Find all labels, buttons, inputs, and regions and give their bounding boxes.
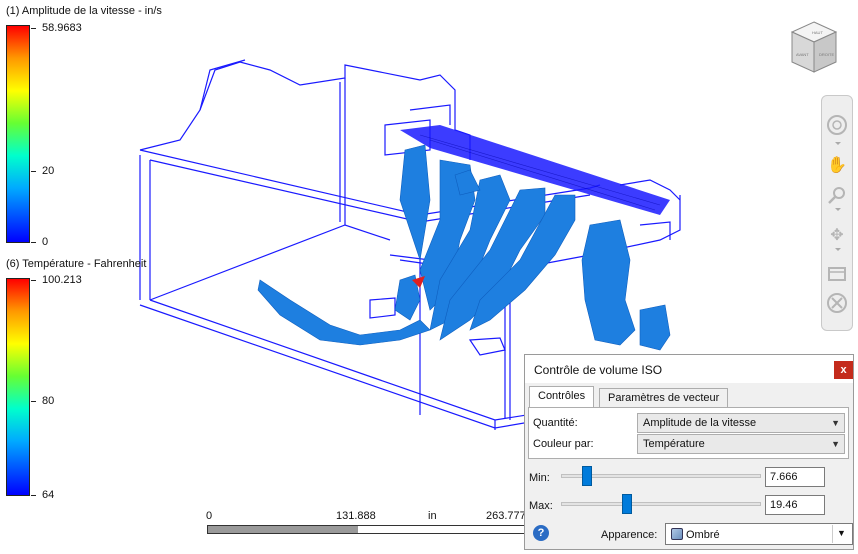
pan-hand-icon[interactable]: ✋ (826, 154, 848, 176)
3d-viewport[interactable]: (1) Amplitude de la vitesse - in/s 58.96… (0, 0, 858, 554)
color-by-label: Couleur par: (533, 438, 594, 450)
chevron-down-icon[interactable] (835, 248, 841, 251)
navigation-bar: ✋ ✥ (821, 95, 853, 331)
color-by-value: Température (643, 438, 705, 450)
tick-mark (31, 495, 36, 496)
tab-vector-settings[interactable]: Paramètres de vecteur (599, 388, 729, 408)
min-value-input[interactable]: 7.666 (765, 467, 825, 487)
velocity-legend-title: (1) Amplitude de la vitesse - in/s (6, 5, 162, 17)
chevron-down-icon: ▼ (831, 439, 840, 449)
velocity-min-label: 0 (42, 236, 49, 248)
appearance-select[interactable]: Ombré ▼ (665, 523, 853, 545)
iso-volume-dialog: Contrôle de volume ISO x Contrôles Param… (524, 354, 854, 550)
tab-panel: Quantité: Amplitude de la vitesse ▼ Coul… (528, 407, 849, 459)
ruler-mid-label: 131.888 (336, 510, 376, 522)
chevron-down-icon: ▼ (831, 418, 840, 428)
svg-text:AVANT: AVANT (796, 52, 809, 57)
temperature-min-label: 64 (42, 489, 55, 501)
ruler-unit-label: in (428, 510, 437, 522)
look-at-icon[interactable] (826, 262, 848, 284)
ruler-start-label: 0 (206, 510, 213, 522)
zoom-icon[interactable] (826, 184, 848, 206)
dialog-title: Contrôle de volume ISO (534, 363, 663, 377)
temperature-color-scale (6, 278, 30, 496)
quantity-value: Amplitude de la vitesse (643, 417, 757, 429)
divider (832, 525, 833, 543)
steering-wheel-icon[interactable] (826, 114, 848, 136)
color-by-select[interactable]: Température ▼ (637, 434, 845, 454)
tick-mark (31, 28, 36, 29)
appearance-label: Apparence: (601, 529, 658, 541)
chevron-down-icon[interactable] (835, 208, 841, 211)
viewcube-icon[interactable]: HAUT AVANT DROITE (786, 18, 842, 78)
svg-text:HAUT: HAUT (812, 30, 823, 35)
close-button[interactable]: x (834, 361, 853, 379)
appearance-value: Ombré (686, 529, 720, 541)
orbit-icon[interactable]: ✥ (826, 224, 848, 246)
max-slider-thumb[interactable] (622, 494, 632, 514)
tick-mark (31, 280, 36, 281)
min-slider-thumb[interactable] (582, 466, 592, 486)
ruler-end-label: 263.777 (486, 510, 526, 522)
svg-text:DROITE: DROITE (819, 52, 834, 57)
quantity-select[interactable]: Amplitude de la vitesse ▼ (637, 413, 845, 433)
tab-controls[interactable]: Contrôles (529, 386, 595, 408)
temperature-max-label: 100.213 (42, 274, 82, 286)
max-value-input[interactable]: 19.46 (765, 495, 825, 515)
chevron-down-icon[interactable] (835, 142, 841, 145)
scale-ruler (207, 525, 527, 534)
tick-mark (31, 242, 36, 243)
max-label: Max: (529, 500, 553, 512)
velocity-mid-label: 20 (42, 165, 55, 177)
help-icon[interactable]: ? (533, 525, 549, 541)
shaded-swatch-icon (671, 528, 683, 540)
min-label: Min: (529, 472, 550, 484)
velocity-color-scale (6, 25, 30, 243)
chevron-down-icon: ▼ (837, 528, 846, 538)
temperature-legend-title: (6) Température - Fahrenheit (6, 258, 147, 270)
tick-mark (31, 401, 36, 402)
max-slider-track[interactable] (561, 502, 761, 506)
quantity-label: Quantité: (533, 417, 578, 429)
tick-mark (31, 171, 36, 172)
home-icon[interactable] (826, 292, 848, 314)
velocity-max-label: 58.9683 (42, 22, 82, 34)
temperature-mid-label: 80 (42, 395, 55, 407)
